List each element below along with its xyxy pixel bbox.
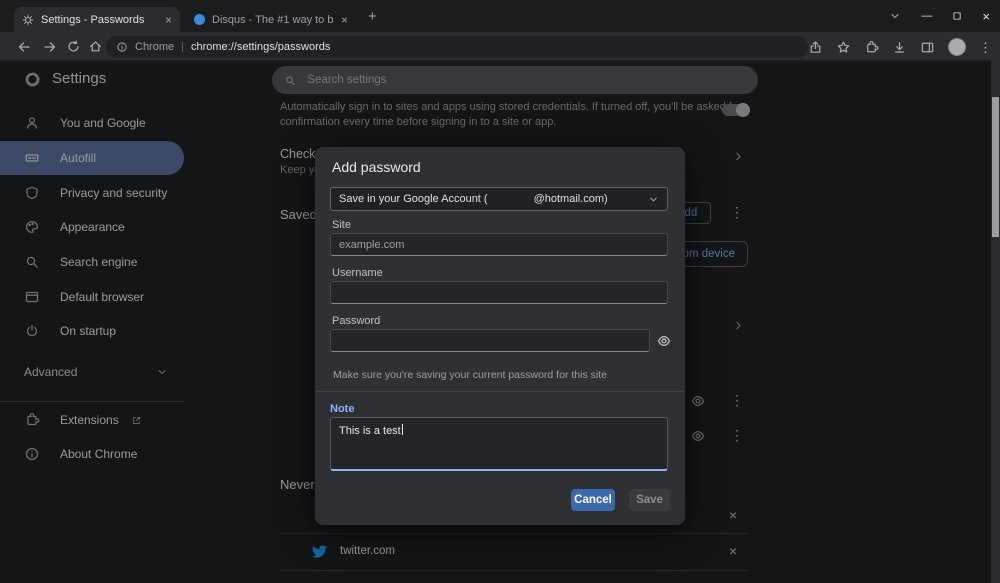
password-helper-text: Make sure you're saving your current pas… — [333, 369, 607, 381]
chevron-down-icon — [648, 194, 659, 205]
browser-window: Settings - Passwords × Disqus - The #1 w… — [0, 0, 1000, 583]
save-button[interactable]: Save — [629, 489, 670, 511]
close-window-button[interactable]: × — [982, 9, 990, 24]
tab-close-icon[interactable]: × — [165, 14, 172, 26]
new-tab-button[interactable]: + — [368, 8, 377, 25]
toolbar-actions: ⋮ — [808, 32, 992, 62]
add-password-dialog: Add password Save in your Google Account… — [315, 147, 685, 525]
username-input[interactable] — [330, 281, 668, 304]
dialog-title: Add password — [332, 159, 421, 175]
account-select-prefix: Save in your Google Account ( — [339, 193, 488, 205]
share-icon[interactable] — [808, 40, 823, 55]
note-input[interactable]: This is a test — [330, 417, 668, 471]
cancel-button[interactable]: Cancel — [571, 489, 615, 511]
downloads-icon[interactable] — [892, 40, 907, 55]
browser-menu-icon[interactable]: ⋮ — [979, 41, 992, 54]
window-controls: — × — [889, 3, 990, 29]
chevron-down-icon[interactable] — [889, 10, 901, 22]
forward-icon[interactable] — [42, 39, 58, 55]
extensions-icon[interactable] — [864, 40, 879, 55]
scrollbar-thumb[interactable] — [992, 97, 999, 237]
gear-icon — [22, 14, 34, 26]
tab-settings[interactable]: Settings - Passwords × — [14, 7, 180, 32]
tab-close-icon[interactable]: × — [341, 14, 348, 26]
password-label: Password — [332, 315, 380, 327]
password-input[interactable] — [330, 329, 650, 352]
disqus-favicon — [194, 14, 205, 25]
profile-avatar[interactable] — [948, 38, 966, 56]
reload-icon[interactable] — [66, 39, 81, 54]
maximize-button[interactable] — [952, 11, 962, 21]
dialog-divider — [315, 391, 685, 392]
tab-title: Disqus - The #1 way to build an — [212, 14, 334, 26]
username-label: Username — [332, 267, 383, 279]
side-panel-icon[interactable] — [920, 40, 935, 55]
page-info-icon[interactable] — [116, 41, 128, 53]
note-label: Note — [330, 403, 354, 415]
back-icon[interactable] — [16, 39, 32, 55]
home-icon[interactable] — [88, 39, 103, 54]
dialog-buttons: Cancel Save — [571, 489, 670, 511]
text-cursor — [402, 424, 403, 435]
url-text: chrome://settings/passwords — [191, 41, 330, 53]
minimize-button[interactable]: — — [921, 10, 932, 22]
site-label: Site — [332, 219, 351, 231]
chip-separator: | — [181, 41, 184, 53]
bookmark-star-icon[interactable] — [836, 40, 851, 55]
account-select[interactable]: Save in your Google Account ( @hotmail.c… — [330, 187, 668, 211]
site-input[interactable] — [330, 233, 668, 256]
show-password-eye-icon[interactable] — [656, 333, 672, 349]
address-bar[interactable]: Chrome | chrome://settings/passwords — [106, 36, 808, 58]
tab-title: Settings - Passwords — [41, 14, 158, 26]
note-text: This is a test — [339, 425, 401, 437]
tab-disqus[interactable]: Disqus - The #1 way to build an × — [186, 7, 356, 32]
site-chip: Chrome — [135, 41, 174, 53]
title-bar: Settings - Passwords × Disqus - The #1 w… — [0, 0, 1000, 32]
account-select-suffix: @hotmail.com) — [534, 193, 608, 205]
